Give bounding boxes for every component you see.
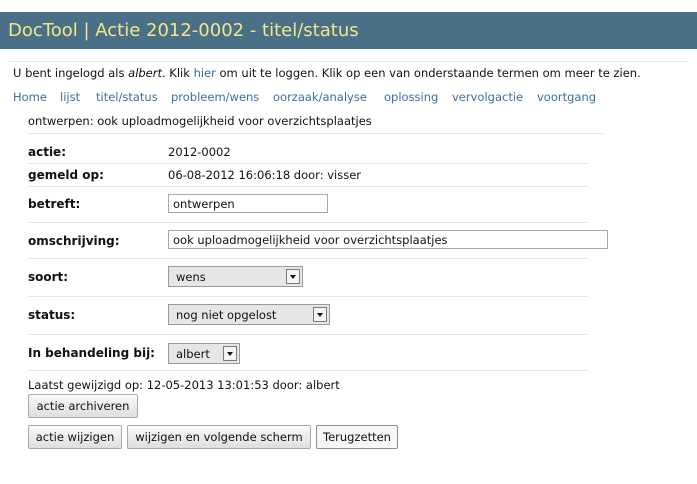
betreft-input[interactable] [168, 194, 328, 213]
login-prefix: U bent ingelogd als [13, 66, 129, 80]
page-title: DocTool | Actie 2012-0002 - titel/status [8, 20, 359, 41]
divider [8, 61, 688, 62]
edit-next-button[interactable]: wijzigen en volgende scherm [127, 425, 311, 449]
divider [28, 133, 603, 134]
edit-button[interactable]: actie wijzigen [28, 425, 122, 449]
divider [28, 186, 588, 187]
actie-value: 2012-0002 [168, 145, 231, 159]
behandeling-select[interactable]: albert [168, 343, 240, 364]
last-modified: Laatst gewijzigd op: 12-05-2013 13:01:53… [28, 378, 340, 392]
divider [28, 334, 588, 335]
nav-vervolgactie[interactable]: vervolgactie [452, 90, 523, 104]
behandeling-selected: albert [176, 347, 210, 361]
chevron-down-icon [286, 269, 300, 284]
nav-oorzaak-analyse[interactable]: oorzaak/analyse [273, 90, 367, 104]
chevron-down-icon [313, 307, 327, 322]
status-select[interactable]: nog niet opgelost [168, 304, 330, 325]
nav-lijst[interactable]: lijst [60, 90, 80, 104]
nav-home[interactable]: Home [13, 90, 47, 104]
archive-button[interactable]: actie archiveren [28, 394, 138, 418]
divider [28, 222, 588, 223]
soort-selected: wens [176, 270, 206, 284]
chevron-down-icon [223, 346, 237, 361]
nav-probleem-wens[interactable]: probleem/wens [171, 90, 259, 104]
soort-select[interactable]: wens [168, 266, 303, 287]
divider [28, 296, 588, 297]
omschrijving-input[interactable] [168, 230, 608, 249]
login-mid: . Klik [162, 66, 194, 80]
title-bar: DocTool | Actie 2012-0002 - titel/status [0, 12, 697, 49]
gemeld-value: 06-08-2012 16:06:18 door: visser [168, 168, 362, 182]
login-info: U bent ingelogd als albert. Klik hier om… [13, 66, 641, 80]
divider [28, 370, 588, 371]
betreft-label: betreft: [28, 197, 81, 211]
login-suffix: om uit te loggen. Klik op een van onders… [215, 66, 641, 80]
omschrijving-label: omschrijving: [28, 234, 120, 248]
soort-label: soort: [28, 270, 69, 284]
status-selected: nog niet opgelost [176, 308, 277, 322]
status-label: status: [28, 308, 76, 322]
divider [28, 258, 588, 259]
action-summary: ontwerpen: ook uploadmogelijkheid voor o… [28, 114, 372, 128]
actie-label: actie: [28, 145, 66, 159]
logout-link[interactable]: hier [194, 66, 216, 80]
login-user: albert [128, 66, 162, 80]
nav-titel-status[interactable]: titel/status [96, 90, 158, 104]
divider [28, 163, 588, 164]
behandeling-label: In behandeling bij: [28, 346, 155, 360]
nav-voortgang[interactable]: voortgang [537, 90, 596, 104]
nav-menu: Home lijst titel/status probleem/wens oo… [0, 90, 697, 106]
gemeld-label: gemeld op: [28, 168, 104, 182]
nav-oplossing[interactable]: oplossing [384, 90, 438, 104]
reset-button[interactable]: Terugzetten [316, 425, 398, 449]
